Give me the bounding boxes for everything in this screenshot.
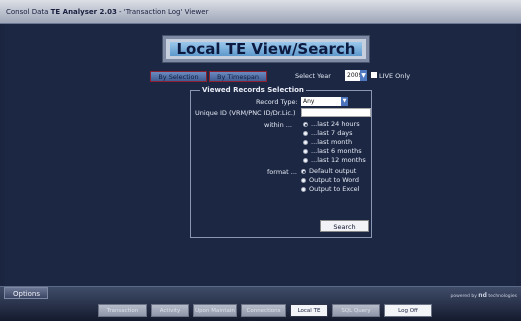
radio-within-7d[interactable]: [303, 131, 308, 136]
radio-within-6m[interactable]: [303, 149, 308, 154]
radio-format-word[interactable]: [301, 178, 306, 183]
powered-by: powered by nd technologies: [450, 292, 517, 299]
radio-format-default[interactable]: [301, 169, 306, 174]
radio-within-24h[interactable]: [303, 122, 308, 127]
record-type-select[interactable]: Any ▼: [301, 97, 348, 106]
record-type-label: Record Type:: [256, 98, 298, 106]
option-within-6m: ...last 6 months: [311, 147, 362, 155]
title-prefix: Consol Data: [6, 8, 49, 16]
year-label: Select Year: [295, 72, 331, 80]
option-format-excel: Output to Excel: [309, 185, 360, 193]
log-off-button[interactable]: Log Off: [384, 304, 432, 317]
record-type-value: Any: [303, 98, 315, 105]
title-suffix: - 'Transaction Log' Viewer: [119, 8, 209, 16]
nav-upon-maintain[interactable]: Upon Maintain: [193, 304, 237, 317]
tab-by-timespan[interactable]: By Timespan: [209, 71, 267, 82]
option-within-7d: ...last 7 days: [311, 129, 353, 137]
option-format-word: Output to Word: [309, 176, 359, 184]
within-label: within ...: [264, 121, 292, 129]
powered-brand: nd: [478, 292, 487, 299]
search-button[interactable]: Search: [320, 220, 369, 232]
year-select[interactable]: 2009 ▼: [345, 70, 367, 81]
options-tab[interactable]: Options: [4, 287, 48, 299]
chevron-down-icon: ▼: [341, 97, 348, 106]
radio-within-month[interactable]: [303, 140, 308, 145]
radio-format-excel[interactable]: [301, 187, 306, 192]
nav-sql-query[interactable]: SQL Query: [332, 304, 380, 317]
nav-local-te[interactable]: Local TE: [290, 304, 328, 317]
chevron-down-icon: ▼: [360, 70, 367, 81]
option-within-24h: ...last 24 hours: [311, 120, 360, 128]
powered-by-text: powered by: [450, 294, 477, 299]
main-panel: Local TE View/Search By Selection By Tim…: [5, 24, 516, 286]
option-within-12m: ...last 12 months: [311, 156, 366, 164]
live-only-checkbox[interactable]: [371, 72, 377, 78]
format-label: format ...: [267, 168, 297, 176]
selection-legend: Viewed Records Selection: [200, 86, 306, 94]
unique-id-input[interactable]: [301, 108, 371, 117]
page-header: Local TE View/Search: [163, 36, 369, 62]
nav-connections[interactable]: Connections: [241, 304, 286, 317]
powered-suffix: technologies: [488, 294, 517, 299]
nav-transaction[interactable]: Transaction: [98, 304, 147, 317]
unique-id-label: Unique ID (VRM/PNC ID/Dr.Lic.): [195, 109, 296, 117]
option-within-month: ...last month: [311, 138, 353, 146]
option-format-default: Default output: [309, 167, 357, 175]
window-title-bar: Consol Data TE Analyser 2.03 - 'Transact…: [0, 0, 521, 24]
page-title: Local TE View/Search: [170, 42, 362, 57]
bottom-bar: Options powered by nd technologies Trans…: [0, 286, 521, 321]
radio-within-12m[interactable]: [303, 158, 308, 163]
app-name: TE Analyser 2.03: [50, 8, 117, 16]
tab-by-selection[interactable]: By Selection: [150, 71, 207, 82]
live-only-label: LIVE Only: [379, 72, 411, 80]
nav-activity[interactable]: Activity: [151, 304, 189, 317]
